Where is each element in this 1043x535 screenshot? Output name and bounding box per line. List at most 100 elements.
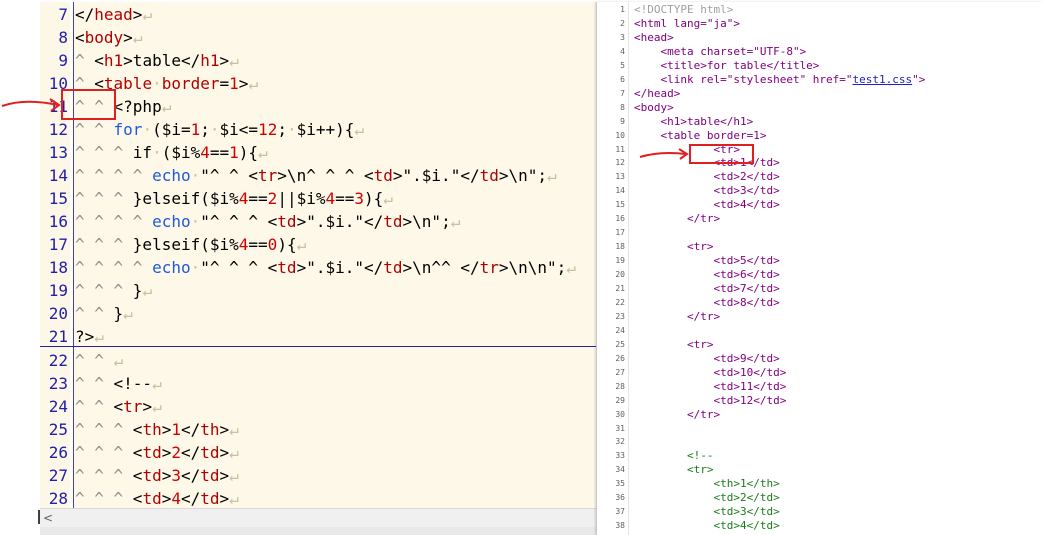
output-line[interactable]: 20 <td>6</td> [596, 268, 1043, 282]
output-line[interactable]: 27 <td>10</td> [596, 366, 1043, 380]
code-text: <body> [634, 101, 674, 114]
code-text: <td>6</td> [634, 268, 780, 281]
code-line[interactable]: 11 ^ ^ <?php↵ [40, 95, 600, 118]
output-line[interactable]: 4 <meta charset="UTF-8"> [596, 45, 1043, 59]
output-line[interactable]: 10 <table border=1> [596, 129, 1043, 143]
output-line[interactable]: 24 [596, 324, 1043, 338]
output-line[interactable]: 14 <td>3</td> [596, 184, 1043, 198]
output-line[interactable]: 36 <td>2</td> [596, 491, 1043, 505]
line-code: ^ ^ ^ <td>2</td>↵ [75, 441, 239, 464]
code-line[interactable]: 26 ^ ^ ^ <td>2</td>↵ [40, 441, 600, 464]
output-line[interactable]: 21 <td>7</td> [596, 282, 1043, 296]
line-code: ?>↵ [75, 325, 104, 348]
code-line[interactable]: 20 ^ ^ }↵ [40, 302, 600, 325]
output-line[interactable]: 7 </head> [596, 87, 1043, 101]
code-line[interactable]: 13 ^ ^ ^ if·($i%4==1){↵ [40, 141, 600, 164]
code-line[interactable]: 25 ^ ^ ^ <th>1</th>↵ [40, 418, 600, 441]
output-line[interactable]: 2 <html lang="ja"> [596, 17, 1043, 31]
output-line[interactable]: 15 <td>4</td> [596, 198, 1043, 212]
code-token: ^ [75, 51, 95, 70]
code-line[interactable]: 18 ^ ^ ^ ^ echo·"^ ^ ^ <td>".$i."</td>\n^… [40, 256, 600, 279]
output-line[interactable]: 1 <!DOCTYPE html> [596, 3, 1043, 17]
output-line[interactable]: 29 <td>12</td> [596, 394, 1043, 408]
code-token: ↵ [113, 351, 124, 370]
output-line[interactable]: 8 <body> [596, 101, 1043, 115]
code-line[interactable]: 23 ^ ^ <!--↵ [40, 372, 600, 395]
line-code: ^ ^ ^ <th>1</th>↵ [75, 418, 239, 441]
line-code: <td>4</td> [634, 198, 779, 212]
line-code: ^ ^ ^ }elseif($i%4==2||$i%4==3){↵ [75, 187, 393, 210]
output-line[interactable]: 18 <tr> [596, 240, 1043, 254]
line-code: <!DOCTYPE html> [634, 3, 733, 17]
line-number: 16 [48, 212, 68, 231]
code-token: td [277, 212, 297, 231]
code-token: 4 [200, 143, 210, 162]
code-line[interactable]: 16 ^ ^ ^ ^ echo·"^ ^ ^ <td>".$i."</td>\n"… [40, 210, 600, 233]
output-line[interactable]: 31 [596, 422, 1043, 436]
output-line[interactable]: 13 <td>2</td> [596, 170, 1043, 184]
code-token: · [152, 143, 162, 162]
line-number: 22 [615, 298, 625, 307]
stylesheet-link[interactable]: test1.css [853, 73, 913, 86]
code-line[interactable]: 9 ^ <h1>table</h1>↵ [40, 49, 600, 72]
code-line[interactable]: 24 ^ ^ <tr>↵ [40, 395, 600, 418]
code-line[interactable]: 21 ?>↵ [40, 325, 600, 348]
line-number: 18 [48, 258, 68, 277]
code-line[interactable]: 7 </head>↵ [40, 3, 600, 26]
line-code: <body> [634, 101, 674, 115]
code-line[interactable]: 10 ^ <table·border=1>↵ [40, 72, 600, 95]
output-line[interactable]: 38 <td>4</td> [596, 519, 1043, 533]
scroll-left-arrow-icon[interactable]: < [43, 509, 53, 527]
output-line[interactable]: 37 <td>3</td> [596, 505, 1043, 519]
line-number: 33 [615, 451, 625, 460]
output-line[interactable]: 34 <tr> [596, 463, 1043, 477]
code-token: td [200, 489, 220, 508]
output-line[interactable]: 22 <td>8</td> [596, 296, 1043, 310]
code-token: < [75, 28, 85, 47]
code-token: th [200, 420, 220, 439]
code-text: </tr> [634, 212, 721, 225]
line-code: <th>1</th> [634, 477, 779, 491]
output-line[interactable]: 23 </tr> [596, 310, 1043, 324]
code-token: echo [152, 258, 191, 277]
code-token: </ [180, 466, 201, 485]
code-token: ^ ^ ^ [75, 489, 133, 508]
output-line[interactable]: 25 <tr> [596, 338, 1043, 352]
code-token: >\n"; [402, 212, 451, 231]
line-number: 20 [615, 270, 625, 279]
code-line[interactable]: 8 <body>↵ [40, 26, 600, 49]
line-code: ^ <h1>table</h1>↵ [75, 49, 239, 72]
code-line[interactable]: 17 ^ ^ ^ }elseif($i%4==0){↵ [40, 233, 600, 256]
code-line[interactable]: 28 ^ ^ ^ <td>4</td>↵ [40, 487, 600, 510]
left-horizontal-scrollbar[interactable]: < [40, 508, 600, 527]
code-line[interactable]: 15 ^ ^ ^ }elseif($i%4==2||$i%4==3){↵ [40, 187, 600, 210]
output-line[interactable]: 19 <td>5</td> [596, 254, 1043, 268]
output-line[interactable]: 35 <th>1</th> [596, 477, 1043, 491]
output-line[interactable]: 28 <td>11</td> [596, 380, 1043, 394]
output-line[interactable]: 30 </tr> [596, 408, 1043, 422]
code-line[interactable]: 22 ^ ^ ↵ [40, 349, 600, 372]
output-line[interactable]: 9 <h1>table</h1> [596, 115, 1043, 129]
output-line[interactable]: 32 [596, 435, 1043, 449]
output-line[interactable]: 17 [596, 226, 1043, 240]
code-token: for [113, 120, 143, 139]
code-line[interactable]: 19 ^ ^ ^ }↵ [40, 279, 600, 302]
code-line[interactable]: 12 ^ ^ for·($i=1;·$i<=12;·$i++){↵ [40, 118, 600, 141]
code-token: ↵ [142, 281, 153, 300]
code-token: ↵ [296, 235, 307, 254]
line-code: </tr> [634, 408, 720, 422]
output-line[interactable]: 6 <link rel="stylesheet" href="test1.css… [596, 73, 1043, 87]
code-text: <tr> [634, 338, 714, 351]
output-line[interactable]: 5 <title>for table</title> [596, 59, 1043, 73]
code-line[interactable]: 27 ^ ^ ^ <td>3</td>↵ [40, 464, 600, 487]
code-token: ){ [277, 235, 297, 254]
output-line[interactable]: 33 <!-- [596, 449, 1043, 463]
code-token: > [219, 420, 230, 439]
output-line[interactable]: 26 <td>9</td> [596, 352, 1043, 366]
code-token: ^ ^ [75, 374, 114, 393]
output-line[interactable]: 16 </tr> [596, 212, 1043, 226]
code-line[interactable]: 14 ^ ^ ^ ^ echo·"^ ^ <tr>\n^ ^ ^ <td>".$i… [40, 164, 600, 187]
code-token: ↵ [354, 120, 365, 139]
code-token: ; [277, 120, 287, 139]
output-line[interactable]: 3 <head> [596, 31, 1043, 45]
